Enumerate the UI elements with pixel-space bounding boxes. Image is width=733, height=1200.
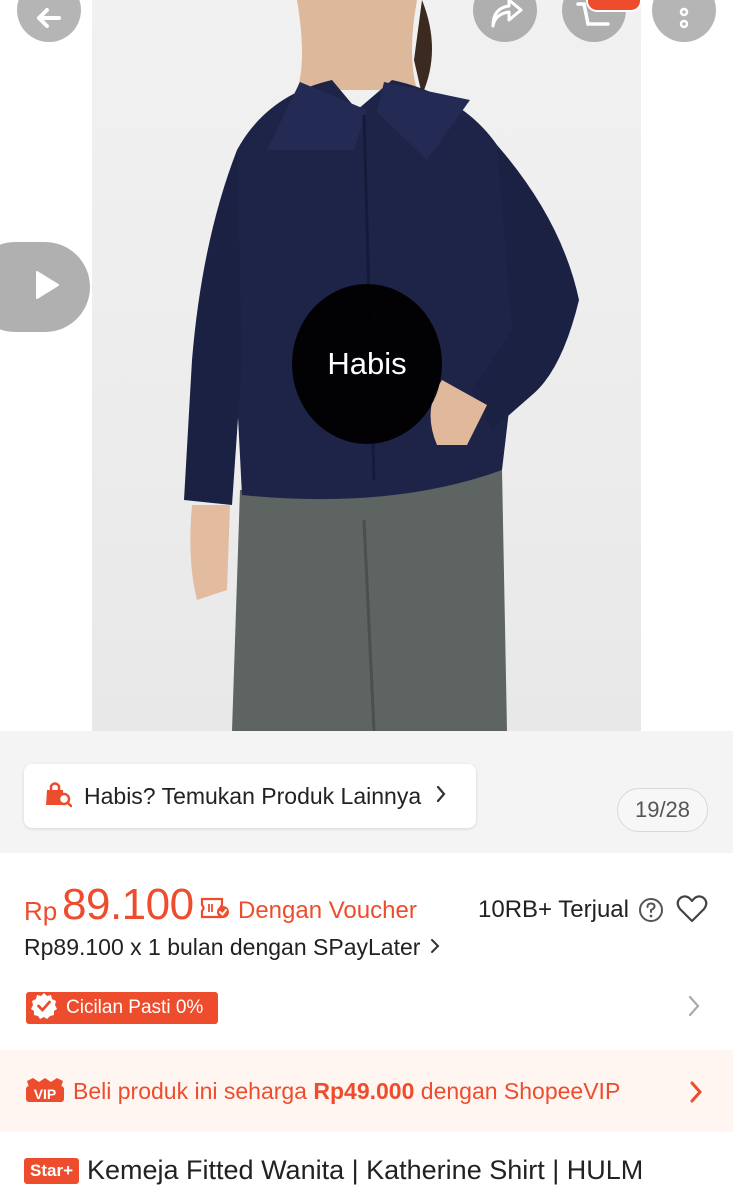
more-vertical-icon — [674, 0, 694, 30]
share-icon — [485, 0, 525, 30]
chevron-right-icon — [430, 934, 440, 961]
installment-label: Cicilan Pasti 0% — [66, 997, 204, 1018]
vip-text-before: Beli produk ini seharga — [73, 1078, 314, 1104]
shopee-vip-row[interactable]: VIP Beli produk ini seharga Rp49.000 den… — [0, 1050, 733, 1132]
spaylater-label: Rp89.100 x 1 bulan dengan SPayLater — [24, 934, 421, 960]
product-title: Kemeja Fitted Wanita | Katherine Shirt |… — [87, 1155, 644, 1185]
question-circle-icon[interactable] — [638, 897, 664, 928]
product-image-carousel[interactable]: Habis — [0, 0, 733, 731]
image-counter: 19/28 — [617, 788, 708, 832]
vip-price: Rp49.000 — [313, 1078, 415, 1104]
sold-count: 10RB+ Terjual — [478, 896, 629, 923]
play-video-button[interactable] — [0, 242, 90, 332]
product-title-row: Star+ Kemeja Fitted Wanita | Katherine S… — [24, 1155, 643, 1186]
price-amount: 89.100 — [62, 880, 194, 929]
play-icon — [34, 270, 60, 305]
chevron-right-icon — [689, 1080, 703, 1109]
chevron-right-icon — [435, 784, 447, 809]
vip-badge: VIP — [24, 1076, 66, 1109]
voucher-label: Dengan Voucher — [238, 897, 417, 924]
star-plus-badge: Star+ — [24, 1157, 79, 1184]
price-currency: Rp — [24, 896, 58, 926]
sold-out-section: Habis? Temukan Produk Lainnya 19/28 — [0, 731, 733, 853]
voucher-check-icon — [200, 896, 230, 925]
back-button[interactable] — [17, 0, 81, 42]
vip-badge-text: VIP — [34, 1086, 57, 1102]
check-badge-icon — [30, 992, 58, 1025]
spaylater-row[interactable]: Rp89.100 x 1 bulan dengan SPayLater — [24, 934, 440, 961]
vip-text-after: dengan ShopeeVIP — [414, 1078, 621, 1104]
heart-icon[interactable] — [676, 894, 708, 929]
chevron-right-icon[interactable] — [688, 994, 700, 1023]
cart-count-badge — [586, 0, 642, 12]
price-row: Rp 89.100 Dengan Voucher 10RB+ Terjual — [24, 880, 724, 930]
installment-badge: Cicilan Pasti 0% — [26, 992, 218, 1024]
sold-out-label: Habis — [327, 346, 407, 381]
find-other-products-label: Habis? Temukan Produk Lainnya — [84, 782, 422, 809]
vip-offer-text: Beli produk ini seharga Rp49.000 dengan … — [73, 1078, 620, 1105]
more-options-button[interactable] — [652, 0, 716, 42]
arrow-left-icon — [29, 0, 69, 30]
sold-out-overlay: Habis — [292, 284, 442, 444]
find-other-products-button[interactable]: Habis? Temukan Produk Lainnya — [24, 764, 476, 828]
shopping-bag-search-icon — [44, 780, 73, 813]
